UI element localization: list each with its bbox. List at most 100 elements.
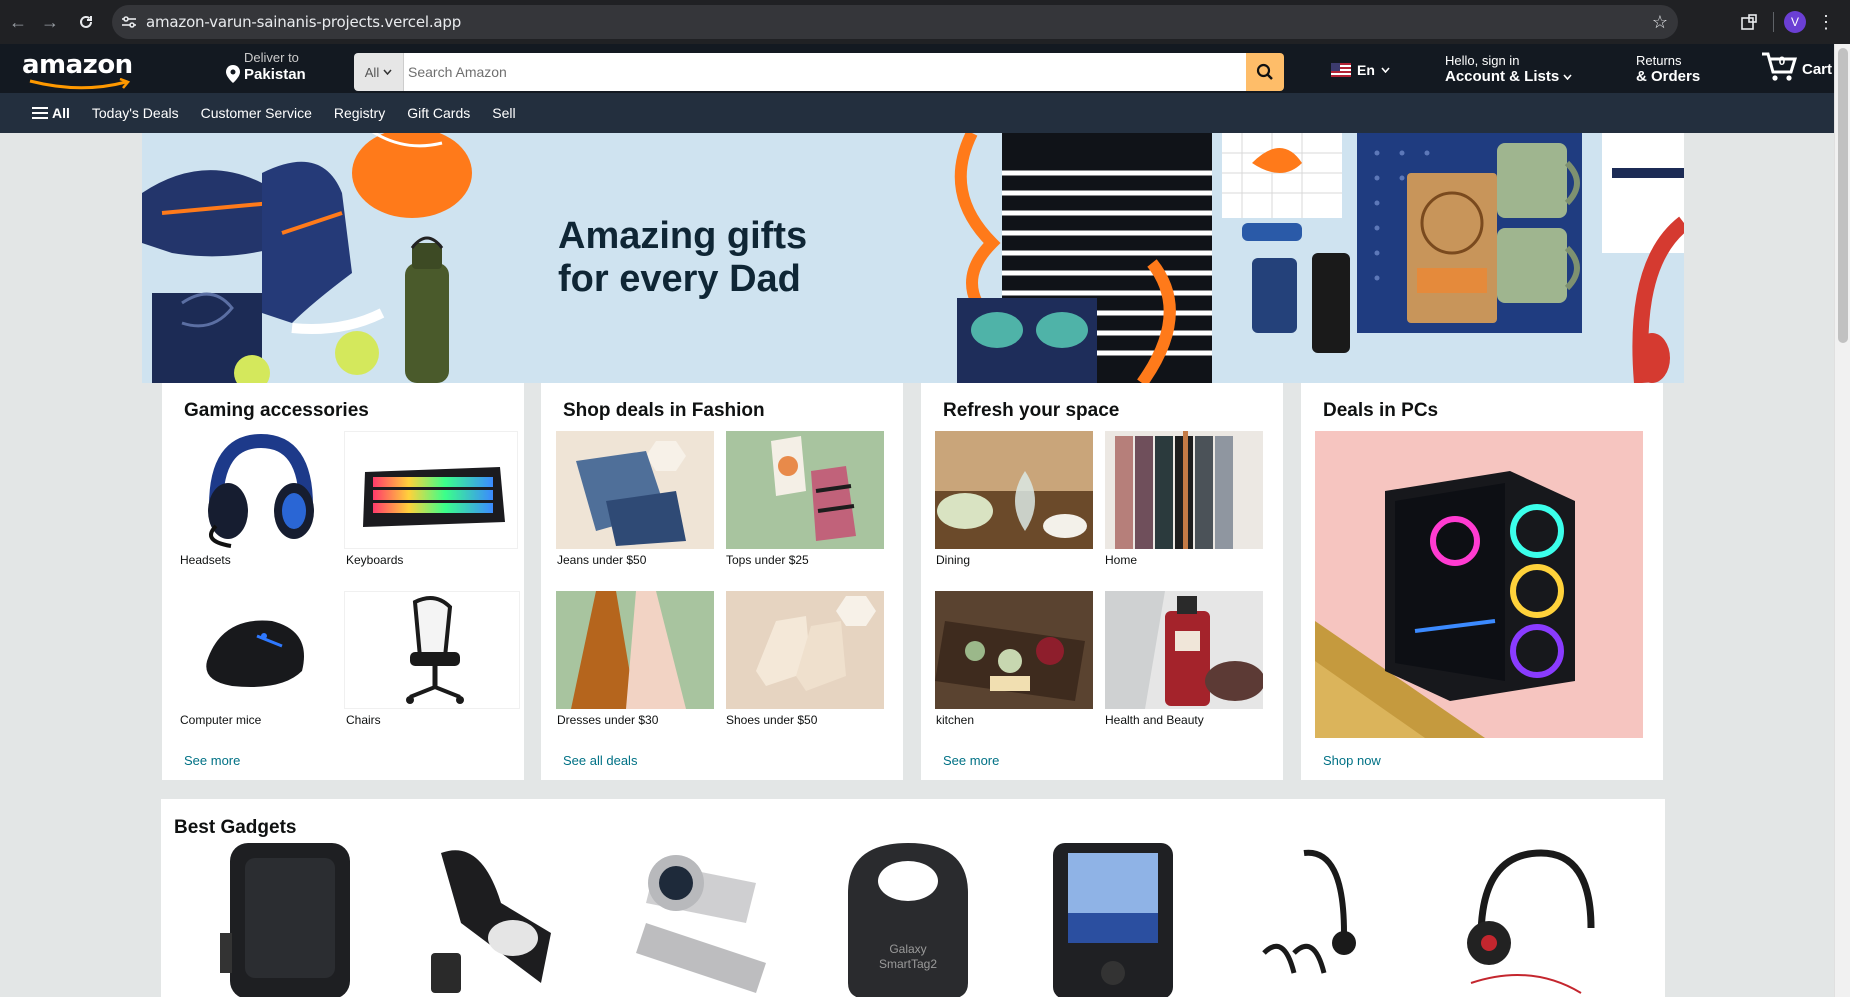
card-title: Refresh your space bbox=[943, 400, 1120, 421]
all-menu-label: All bbox=[52, 105, 70, 121]
see-more-link[interactable]: See more bbox=[943, 753, 999, 768]
reload-icon[interactable] bbox=[68, 4, 104, 40]
back-icon[interactable]: ← bbox=[0, 4, 36, 40]
returns-big-label: & Orders bbox=[1636, 68, 1701, 85]
pc-image[interactable] bbox=[1315, 431, 1643, 738]
gadget-headset-stereo[interactable] bbox=[1451, 843, 1601, 997]
account-lists[interactable]: Hello, sign in Account & Lists bbox=[1445, 53, 1572, 85]
quad-item-keyboards[interactable]: Keyboards bbox=[344, 431, 518, 567]
deliver-to[interactable]: Deliver to Pakistan bbox=[226, 50, 306, 83]
amazon-header: amazon Deliver to Pakistan All En Hello,… bbox=[0, 44, 1834, 93]
account-small-label: Hello, sign in bbox=[1445, 53, 1520, 68]
cart-button[interactable]: 0 Cart bbox=[1760, 50, 1832, 82]
quad-label: Keyboards bbox=[346, 553, 404, 567]
hero-banner[interactable]: Amazing gifts for every Dad bbox=[142, 133, 1684, 383]
section-title: Best Gadgets bbox=[174, 817, 297, 838]
site-info-icon[interactable] bbox=[112, 5, 146, 39]
menu-kebab-icon[interactable]: ⋮ bbox=[1816, 12, 1836, 33]
quad-label: Jeans under $50 bbox=[557, 553, 647, 567]
language-selector[interactable]: En bbox=[1331, 62, 1390, 78]
logo-text: amazon bbox=[22, 50, 133, 80]
quad-item-home[interactable]: Home bbox=[1105, 431, 1263, 567]
chevron-down-icon bbox=[1563, 73, 1572, 80]
quad-label: Dresses under $30 bbox=[557, 713, 659, 727]
nav-sell[interactable]: Sell bbox=[492, 105, 515, 121]
url-text: amazon-varun-sainanis-projects.vercel.ap… bbox=[146, 13, 462, 31]
scrollbar-thumb[interactable] bbox=[1838, 48, 1848, 343]
chair-image bbox=[344, 591, 520, 709]
mouse-image bbox=[162, 591, 338, 709]
gadget-heart-monitor[interactable] bbox=[421, 843, 571, 997]
nav-todays-deals[interactable]: Today's Deals bbox=[92, 105, 179, 121]
all-menu-button[interactable]: All bbox=[32, 105, 70, 121]
quad-item-dresses[interactable]: Dresses under $30 bbox=[556, 591, 714, 727]
amazon-logo[interactable]: amazon bbox=[22, 50, 152, 90]
hero-artwork bbox=[142, 133, 1684, 383]
quad-label: Tops under $25 bbox=[726, 553, 809, 567]
bookmark-star-icon[interactable]: ☆ bbox=[1652, 12, 1668, 33]
hero-title: Amazing gifts for every Dad bbox=[558, 215, 807, 301]
quad-label: Shoes under $50 bbox=[726, 713, 818, 727]
tops-image bbox=[726, 431, 884, 549]
sub-navigation: All Today's Deals Customer Service Regis… bbox=[0, 93, 1834, 133]
hero-title-line2: for every Dad bbox=[558, 258, 801, 300]
gadget-headset-mono[interactable] bbox=[1244, 843, 1394, 997]
forward-icon[interactable]: → bbox=[32, 4, 68, 40]
page-scrollbar[interactable] bbox=[1834, 44, 1850, 997]
hamburger-icon bbox=[32, 107, 48, 119]
search-category-select[interactable]: All bbox=[354, 53, 404, 91]
cart-label: Cart bbox=[1802, 61, 1833, 78]
extensions-icon[interactable] bbox=[1735, 8, 1763, 36]
quad-label: Health and Beauty bbox=[1105, 713, 1204, 727]
search-category-label: All bbox=[364, 64, 380, 80]
search-input[interactable] bbox=[404, 53, 1246, 91]
quad-label: Chairs bbox=[346, 713, 381, 727]
see-more-link[interactable]: See more bbox=[184, 753, 240, 768]
nav-registry[interactable]: Registry bbox=[334, 105, 385, 121]
headset-image bbox=[176, 431, 336, 549]
chevron-down-icon bbox=[383, 69, 392, 75]
browser-toolbar: ← → amazon-varun-sainanis-projects.verce… bbox=[0, 0, 1850, 44]
quad-item-chairs[interactable]: Chairs bbox=[344, 591, 520, 727]
gadget-webcam[interactable] bbox=[626, 843, 776, 997]
location-pin-icon bbox=[226, 65, 240, 83]
quad-item-computer-mice[interactable]: Computer mice bbox=[162, 591, 338, 727]
quad-item-headsets[interactable]: Headsets bbox=[176, 431, 336, 567]
search-button[interactable] bbox=[1246, 53, 1284, 91]
svg-text:SmartTag2: SmartTag2 bbox=[879, 957, 937, 971]
quad-item-dining[interactable]: Dining bbox=[935, 431, 1093, 567]
cart-count: 0 bbox=[1779, 54, 1786, 68]
gadget-smart-tag[interactable]: Galaxy SmartTag2 bbox=[833, 843, 983, 997]
gadget-fish-finder[interactable] bbox=[1038, 843, 1188, 997]
returns-small-label: Returns bbox=[1636, 53, 1682, 68]
quad-label: Home bbox=[1105, 553, 1138, 567]
card-refresh-space: Refresh your space Dining Home kitchen H… bbox=[921, 383, 1283, 780]
nav-customer-service[interactable]: Customer Service bbox=[201, 105, 312, 121]
keyboard-image bbox=[344, 431, 518, 549]
see-all-deals-link[interactable]: See all deals bbox=[563, 753, 637, 768]
card-gaming-accessories: Gaming accessories Headsets Keyboards Co… bbox=[162, 383, 524, 780]
nav-gift-cards[interactable]: Gift Cards bbox=[407, 105, 470, 121]
account-big-label: Account & Lists bbox=[1445, 68, 1560, 85]
svg-text:Galaxy: Galaxy bbox=[889, 942, 926, 956]
shop-now-link[interactable]: Shop now bbox=[1323, 753, 1381, 768]
gadget-radio[interactable] bbox=[215, 843, 365, 997]
card-title: Gaming accessories bbox=[184, 400, 369, 421]
quad-label: Computer mice bbox=[180, 713, 262, 727]
kitchen-image bbox=[935, 591, 1093, 709]
best-gadgets-section: Best Gadgets Galaxy SmartTag2 bbox=[161, 799, 1665, 997]
deliver-small-label: Deliver to bbox=[244, 50, 299, 65]
returns-orders[interactable]: Returns & Orders bbox=[1636, 53, 1700, 85]
address-bar[interactable]: amazon-varun-sainanis-projects.vercel.ap… bbox=[112, 5, 1678, 39]
logo-smile-icon bbox=[29, 78, 131, 90]
quad-item-shoes[interactable]: Shoes under $50 bbox=[726, 591, 884, 727]
quad-item-tops[interactable]: Tops under $25 bbox=[726, 431, 884, 567]
quad-item-health-beauty[interactable]: Health and Beauty bbox=[1105, 591, 1263, 727]
quad-item-jeans[interactable]: Jeans under $50 bbox=[556, 431, 714, 567]
toolbar-divider bbox=[1773, 12, 1774, 32]
quad-item-kitchen[interactable]: kitchen bbox=[935, 591, 1093, 727]
language-label: En bbox=[1357, 62, 1375, 78]
cart-icon: 0 bbox=[1762, 52, 1798, 81]
card-pc-deals: Deals in PCs Shop now bbox=[1301, 383, 1663, 780]
profile-avatar[interactable]: V bbox=[1784, 11, 1806, 33]
